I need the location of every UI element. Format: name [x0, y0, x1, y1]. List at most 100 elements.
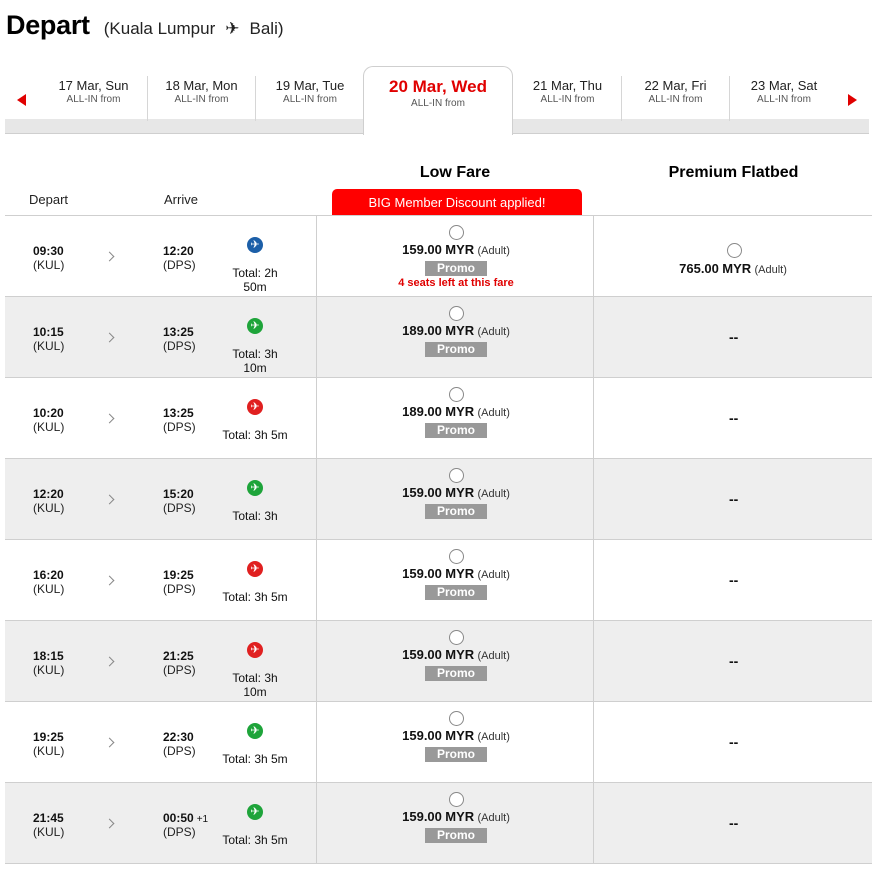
price-passenger-type: (Adult): [477, 245, 510, 257]
arrive-time-value: 19:25: [163, 568, 194, 582]
prev-date-arrow-icon[interactable]: [17, 94, 26, 106]
date-tab-sub: ALL-IN from: [283, 94, 337, 105]
promo-badge: Promo: [425, 747, 487, 762]
low-fare-radio[interactable]: [449, 468, 464, 483]
promo-badge: Promo: [425, 585, 487, 600]
low-fare-cell[interactable]: 159.00 MYR (Adult) Promo: [316, 459, 594, 539]
price-amount: 765.00: [679, 261, 719, 276]
arrive-airport: (DPS): [163, 744, 196, 758]
arrive-time-value: 22:30: [163, 730, 194, 744]
date-tab[interactable]: 23 Mar, Sat ALL-IN from: [730, 76, 838, 121]
total-duration: Total: 3h 5m: [222, 752, 288, 766]
depart-airport: (KUL): [33, 501, 65, 515]
date-tab[interactable]: 22 Mar, Fri ALL-IN from: [622, 76, 730, 121]
low-fare-cell[interactable]: 159.00 MYR (Adult) Promo: [316, 702, 594, 782]
date-tab[interactable]: 20 Mar, Wed ALL-IN from: [363, 66, 513, 135]
low-fare-cell[interactable]: 159.00 MYR (Adult) Promo: [316, 783, 594, 863]
date-tab-sub: ALL-IN from: [757, 94, 811, 105]
price-amount: 159.00: [402, 566, 442, 581]
price-amount: 189.00: [402, 404, 442, 419]
low-fare-radio[interactable]: [449, 711, 464, 726]
arrive-airport: (DPS): [163, 339, 196, 353]
date-tab-label: 21 Mar, Thu: [532, 78, 603, 93]
flight-row: 18:15 (KUL) 21:25 (DPS) ✈ Total: 3h 10m 159.00…: [5, 621, 872, 702]
column-depart: Depart: [29, 192, 69, 207]
depart-airport: (KUL): [33, 420, 65, 434]
arrive-time: 13:25: [163, 406, 197, 420]
date-tab-label: 19 Mar, Tue: [275, 78, 345, 93]
airline-plane-icon: ✈: [247, 237, 263, 253]
airline-plane-icon: ✈: [247, 804, 263, 820]
flight-row: 10:20 (KUL) 13:25 (DPS) ✈ Total: 3h 5m 189.00 …: [5, 378, 872, 459]
depart-time: 16:20: [33, 568, 64, 582]
price-passenger-type: (Adult): [477, 650, 510, 662]
arrive-airport: (DPS): [163, 663, 196, 677]
low-fare-cell[interactable]: 159.00 MYR (Adult) Promo 4 seats left at t…: [316, 216, 594, 296]
price-passenger-type: (Adult): [754, 264, 787, 276]
price-currency: MYR: [445, 566, 475, 581]
low-fare-radio[interactable]: [449, 225, 464, 240]
price-currency: MYR: [445, 485, 475, 500]
date-tab-sub: ALL-IN from: [411, 98, 465, 109]
low-fare-price: 189.00 MYR (Adult): [317, 404, 595, 419]
next-date-arrow-icon[interactable]: [848, 94, 857, 106]
total-duration: Total: 3h: [232, 509, 278, 523]
price-passenger-type: (Adult): [477, 569, 510, 581]
promo-badge: Promo: [425, 828, 487, 843]
column-arrive: Arrive: [164, 192, 198, 207]
date-tab-label: 23 Mar, Sat: [750, 78, 818, 93]
arrive-airport: (DPS): [163, 420, 196, 434]
premium-unavailable: --: [729, 734, 739, 750]
flight-row: 19:25 (KUL) 22:30 (DPS) ✈ Total: 3h 5m 159.00 …: [5, 702, 872, 783]
arrive-time-value: 13:25: [163, 406, 194, 420]
premium-unavailable: --: [729, 815, 739, 831]
promo-badge: Promo: [425, 666, 487, 681]
depart-airport: (KUL): [33, 663, 65, 677]
low-fare-radio[interactable]: [449, 549, 464, 564]
price-amount: 159.00: [402, 647, 442, 662]
date-tab-sub: ALL-IN from: [174, 94, 229, 105]
low-fare-price: 159.00 MYR (Adult): [317, 566, 595, 581]
flight-row: 09:30 (KUL) 12:20 (DPS) ✈ Total: 2h 50m 159.00…: [5, 216, 872, 297]
date-tab[interactable]: 17 Mar, Sun ALL-IN from: [40, 76, 148, 121]
depart-time: 10:20: [33, 406, 64, 420]
low-fare-cell[interactable]: 189.00 MYR (Adult) Promo: [316, 297, 594, 377]
price-amount: 189.00: [402, 323, 442, 338]
price-currency: MYR: [445, 809, 475, 824]
depart-airport: (KUL): [33, 825, 65, 839]
premium-unavailable: --: [729, 329, 739, 345]
arrive-airport: (DPS): [163, 825, 196, 839]
flight-row: 10:15 (KUL) 13:25 (DPS) ✈ Total: 3h 10m 189.00…: [5, 297, 872, 378]
low-fare-radio[interactable]: [449, 630, 464, 645]
date-tab[interactable]: 18 Mar, Mon ALL-IN from: [148, 76, 256, 121]
route-destination: Bali): [249, 19, 284, 38]
premium-fare-radio[interactable]: [727, 243, 742, 258]
total-duration: Total: 3h 10m: [232, 671, 278, 699]
low-fare-cell[interactable]: 159.00 MYR (Adult) Promo: [316, 540, 594, 620]
low-fare-cell[interactable]: 189.00 MYR (Adult) Promo: [316, 378, 594, 458]
arrive-time-value: 15:20: [163, 487, 194, 501]
date-tab[interactable]: 19 Mar, Tue ALL-IN from: [256, 76, 364, 121]
arrive-time-value: 12:20: [163, 244, 194, 258]
low-fare-radio[interactable]: [449, 387, 464, 402]
column-premium-flatbed: Premium Flatbed: [668, 164, 799, 181]
price-passenger-type: (Adult): [477, 326, 510, 338]
arrive-time: 13:25: [163, 325, 197, 339]
low-fare-price: 189.00 MYR (Adult): [317, 323, 595, 338]
promo-badge: Promo: [425, 261, 487, 276]
column-low-fare: Low Fare: [419, 164, 491, 181]
low-fare-price: 159.00 MYR (Adult): [317, 242, 595, 257]
premium-unavailable: --: [729, 653, 739, 669]
low-fare-radio[interactable]: [449, 306, 464, 321]
date-tab[interactable]: 21 Mar, Thu ALL-IN from: [514, 76, 622, 121]
depart-time: 10:15: [33, 325, 64, 339]
price-passenger-type: (Adult): [477, 407, 510, 419]
premium-unavailable: --: [729, 491, 739, 507]
low-fare-radio[interactable]: [449, 792, 464, 807]
total-duration: Total: 2h 50m: [232, 266, 278, 294]
arrive-time: 19:25: [163, 568, 197, 582]
price-currency: MYR: [445, 647, 475, 662]
low-fare-cell[interactable]: 159.00 MYR (Adult) Promo: [316, 621, 594, 701]
arrive-time: 00:50 +1: [163, 811, 208, 825]
chevron-right-icon: [104, 494, 115, 505]
